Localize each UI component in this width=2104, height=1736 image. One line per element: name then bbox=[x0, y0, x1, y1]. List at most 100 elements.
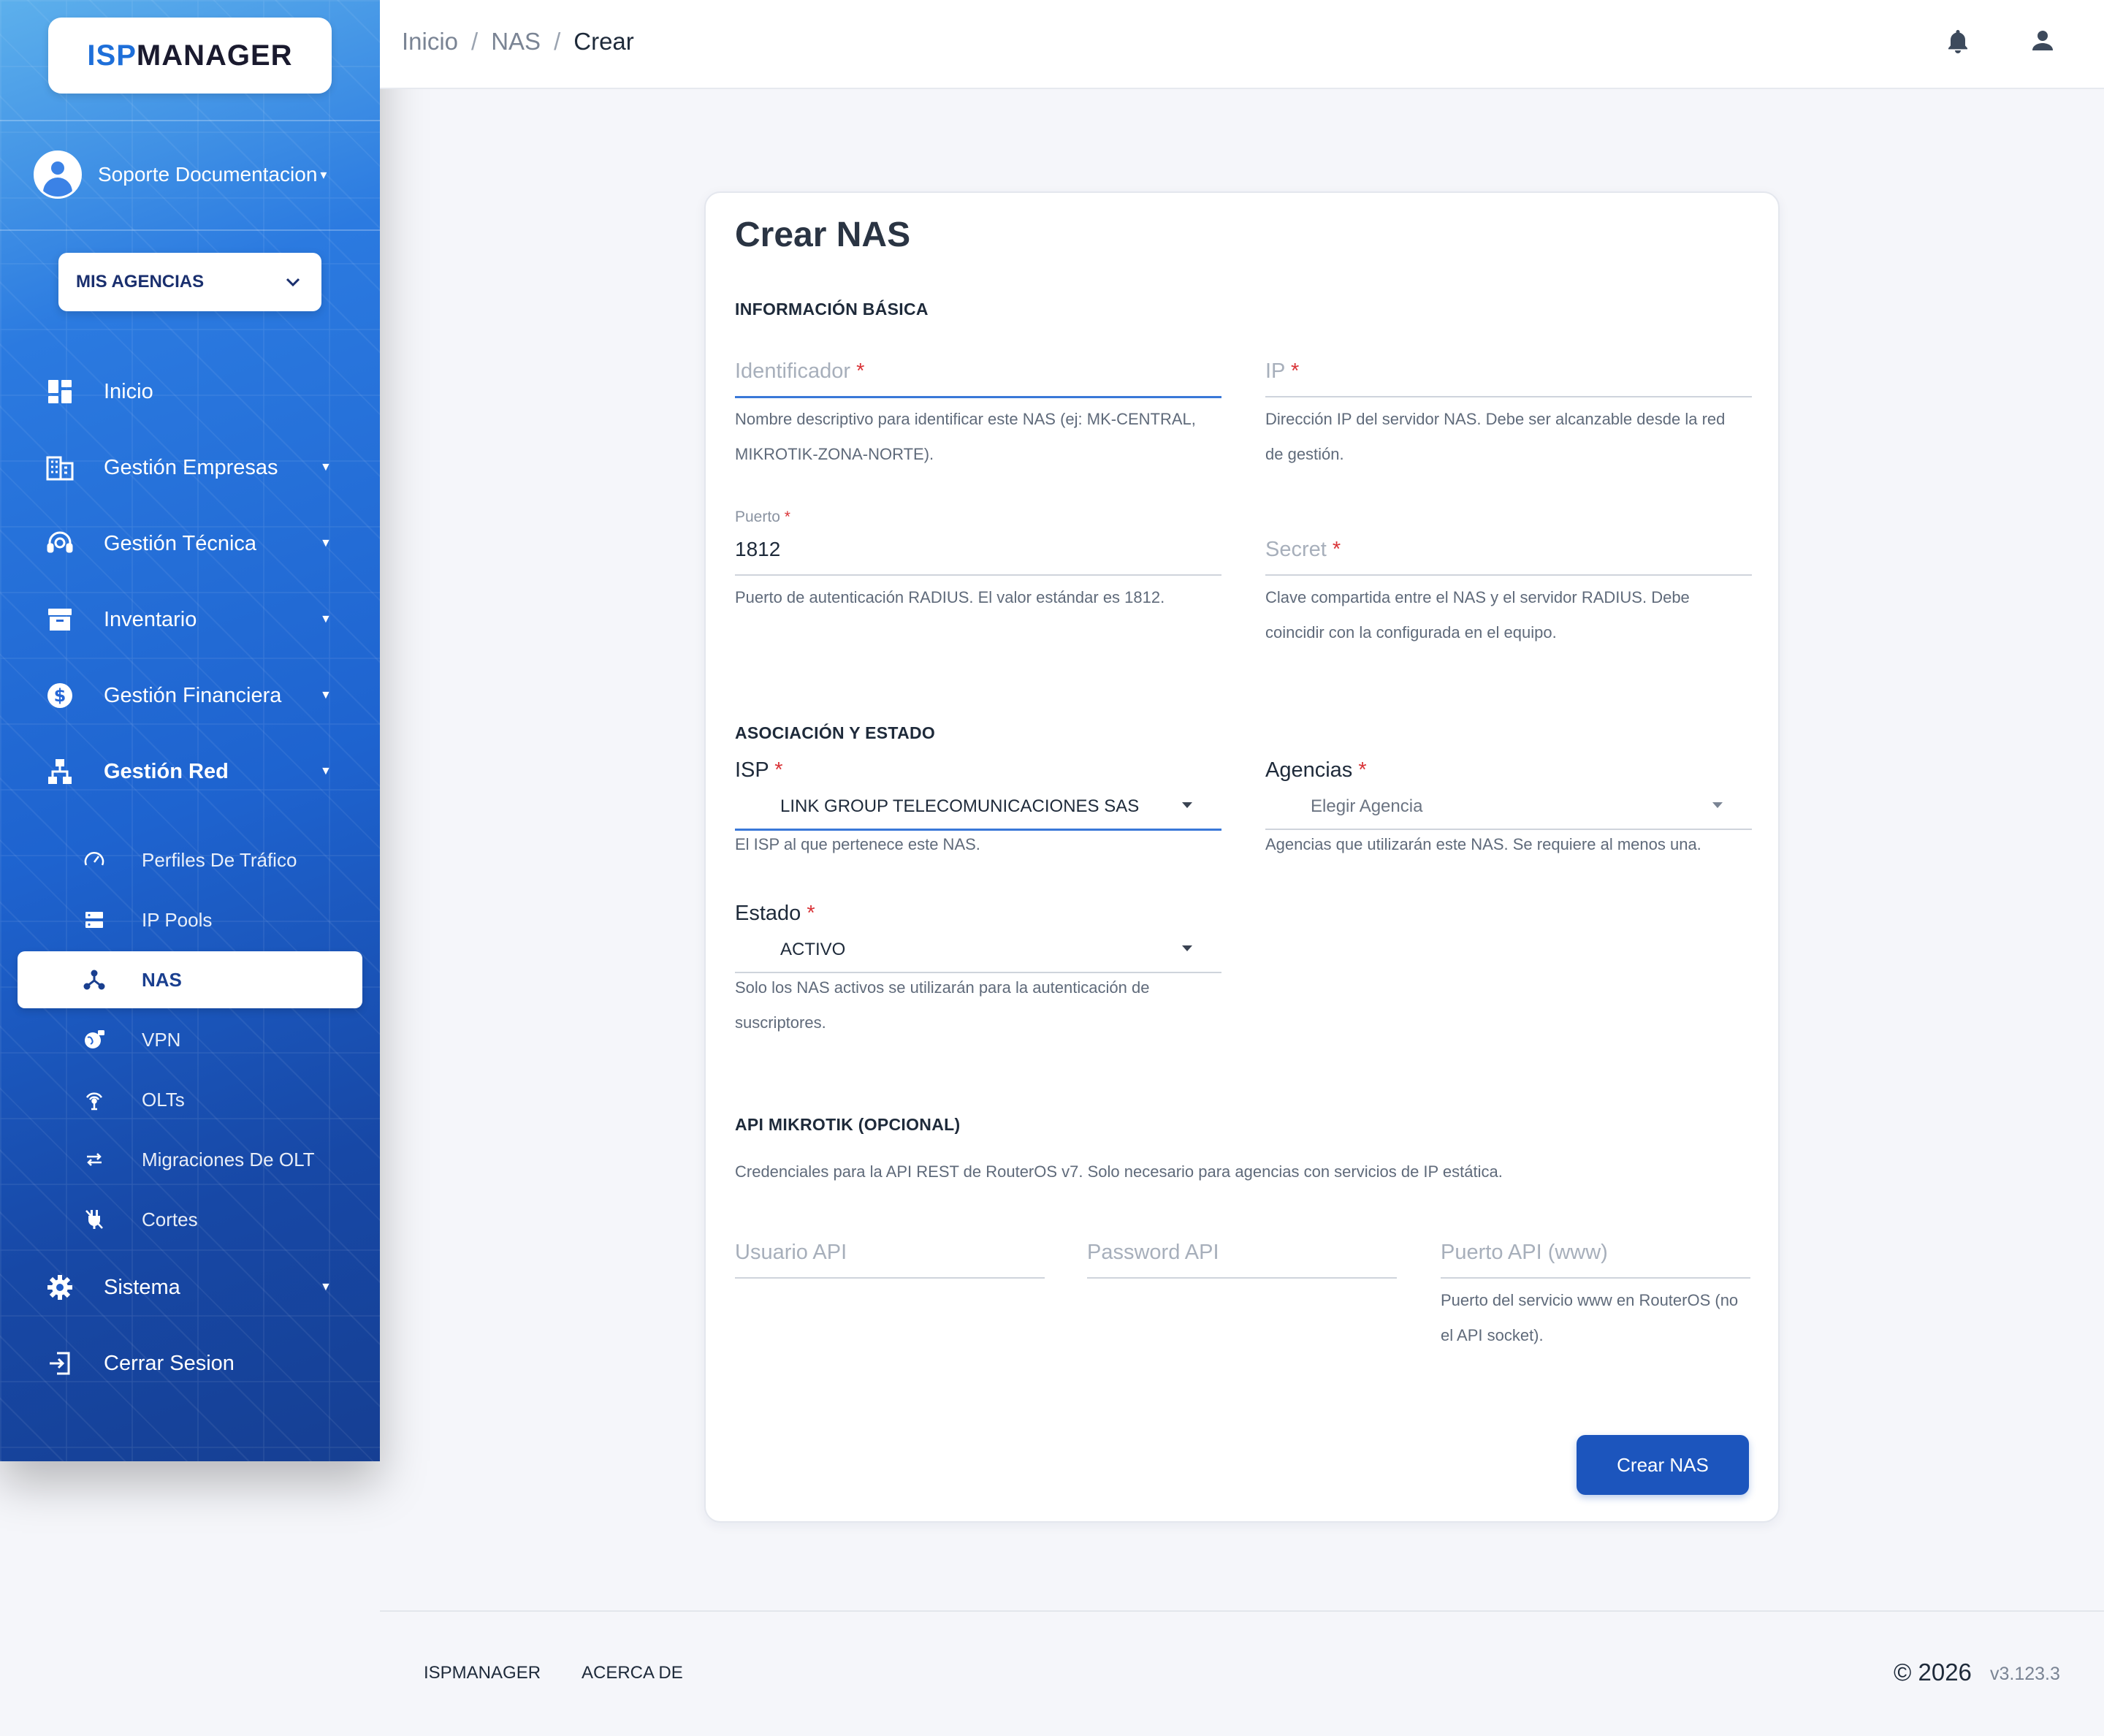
building-icon bbox=[45, 453, 75, 482]
sidebar-item-inventario[interactable]: Inventario ▼ bbox=[0, 590, 380, 649]
sidebar-item-sistema[interactable]: Sistema ▼ bbox=[0, 1258, 380, 1317]
sidebar-subitem-migraciones-olt[interactable]: Migraciones De OLT bbox=[0, 1131, 380, 1188]
input-underline bbox=[1087, 1277, 1397, 1279]
estado-select[interactable]: ACTIVO bbox=[735, 940, 1221, 973]
user-account-icon[interactable] bbox=[2028, 26, 2057, 56]
ip-input[interactable]: IP * bbox=[1265, 359, 1752, 400]
puerto-input[interactable]: Puerto * 1812 bbox=[735, 509, 1221, 579]
puerto-api-help: Puerto del servicio www en RouterOS (no e… bbox=[1441, 1291, 1739, 1344]
breadcrumb-nas[interactable]: NAS bbox=[491, 28, 541, 56]
create-nas-card: Crear NAS INFORMACIÓN BÁSICA Identificad… bbox=[704, 191, 1780, 1523]
caret-down-icon: ▼ bbox=[320, 689, 332, 701]
estado-label: Estado * bbox=[735, 902, 815, 925]
svg-text:$: $ bbox=[54, 685, 66, 706]
sidebar-item-gestion-red[interactable]: Gestión Red ▼ bbox=[0, 742, 380, 801]
archive-icon bbox=[45, 605, 75, 634]
sidebar-item-label: Gestión Red bbox=[104, 759, 229, 783]
bell-icon[interactable] bbox=[1943, 26, 1972, 56]
puerto-label: Puerto * bbox=[735, 509, 790, 525]
ip-placeholder: IP * bbox=[1265, 359, 1300, 383]
network-tree-icon bbox=[45, 757, 75, 786]
logout-icon bbox=[45, 1349, 75, 1378]
usuario-api-input[interactable]: Usuario API bbox=[735, 1241, 1045, 1282]
breadcrumb: Inicio / NAS / Crear bbox=[402, 28, 634, 56]
footer-link-acerca-de[interactable]: ACERCA DE bbox=[582, 1663, 683, 1683]
isp-help: El ISP al que pertenece este NAS. bbox=[735, 835, 980, 853]
footer-divider bbox=[380, 1610, 2104, 1612]
logo-text: ISPMANAGER bbox=[87, 39, 293, 72]
dashboard-icon bbox=[45, 377, 75, 406]
sidebar-subitem-olts[interactable]: OLTs bbox=[0, 1071, 380, 1128]
identificador-input[interactable]: Identificador * bbox=[735, 359, 1221, 400]
caret-down-icon: ▾ bbox=[320, 167, 327, 182]
breadcrumb-separator: / bbox=[554, 28, 561, 55]
sidebar-subitem-cortes[interactable]: Cortes bbox=[0, 1191, 380, 1248]
section-api-mikrotik: API MIKROTIK (OPCIONAL) bbox=[735, 1115, 961, 1134]
puerto-api-placeholder: Puerto API (www) bbox=[1441, 1241, 1608, 1264]
sidebar-item-inicio[interactable]: Inicio bbox=[0, 362, 380, 421]
power-off-icon bbox=[82, 1207, 107, 1232]
section-basic-info: INFORMACIÓN BÁSICA bbox=[735, 300, 929, 319]
agencias-help: Agencias que utilizarán este NAS. Se req… bbox=[1265, 835, 1701, 853]
secret-placeholder: Secret * bbox=[1265, 538, 1341, 561]
sidebar-subitem-perfiles-trafico[interactable]: Perfiles De Tráfico bbox=[0, 831, 380, 888]
chevron-down-icon bbox=[285, 273, 301, 292]
agencias-select[interactable]: Elegir Agencia bbox=[1265, 796, 1752, 830]
breadcrumb-inicio[interactable]: Inicio bbox=[402, 28, 458, 56]
sidebar: ISPMANAGER Soporte Documentacion ▾ MIS A… bbox=[0, 0, 380, 1461]
user-menu[interactable]: Soporte Documentacion ▾ bbox=[34, 151, 355, 199]
sidebar-item-gestion-tecnica[interactable]: Gestión Técnica ▼ bbox=[0, 514, 380, 573]
identificador-help: Nombre descriptivo para identificar este… bbox=[735, 410, 1196, 463]
sidebar-subitem-ip-pools[interactable]: IP Pools bbox=[0, 891, 380, 948]
isp-select[interactable]: LINK GROUP TELECOMUNICACIONES SAS bbox=[735, 796, 1221, 831]
ip-help: Dirección IP del servidor NAS. Debe ser … bbox=[1265, 410, 1726, 463]
sidebar-item-label: Inventario bbox=[104, 607, 197, 631]
section-association-status: ASOCIACIÓN Y ESTADO bbox=[735, 723, 936, 742]
caret-down-icon: ▼ bbox=[320, 1281, 332, 1293]
breadcrumb-current: Crear bbox=[573, 28, 634, 55]
isp-label: ISP * bbox=[735, 758, 783, 782]
app-logo[interactable]: ISPMANAGER bbox=[48, 18, 332, 94]
top-bar: Inicio / NAS / Crear bbox=[380, 0, 2104, 89]
sidebar-subitem-label: Migraciones De OLT bbox=[142, 1148, 315, 1170]
sidebar-subitem-label: IP Pools bbox=[142, 908, 213, 931]
sidebar-subitem-nas[interactable]: NAS bbox=[18, 951, 362, 1008]
input-underline bbox=[1441, 1277, 1750, 1279]
globe-lock-icon bbox=[82, 1027, 107, 1052]
puerto-help: Puerto de autenticación RADIUS. El valor… bbox=[735, 588, 1165, 606]
estado-help: Solo los NAS activos se utilizarán para … bbox=[735, 978, 1150, 1032]
gear-icon bbox=[45, 1273, 75, 1302]
sidebar-subitem-label: VPN bbox=[142, 1028, 181, 1051]
agency-selector-button[interactable]: MIS AGENCIAS bbox=[58, 253, 321, 311]
identificador-placeholder: Identificador * bbox=[735, 359, 865, 383]
avatar bbox=[34, 151, 82, 199]
create-nas-button[interactable]: Crear NAS bbox=[1577, 1435, 1749, 1495]
server-icon bbox=[82, 907, 107, 932]
page-title: Crear NAS bbox=[735, 216, 911, 254]
sidebar-item-gestion-financiera[interactable]: $ Gestión Financiera ▼ bbox=[0, 666, 380, 725]
puerto-api-input[interactable]: Puerto API (www) bbox=[1441, 1241, 1750, 1282]
secret-help: Clave compartida entre el NAS y el servi… bbox=[1265, 588, 1690, 642]
sidebar-subitem-vpn[interactable]: VPN bbox=[0, 1011, 380, 1068]
footer-link-ispmanager[interactable]: ISPMANAGER bbox=[424, 1663, 541, 1683]
input-underline bbox=[735, 574, 1221, 576]
api-description: Credenciales para la API REST de RouterO… bbox=[735, 1162, 1503, 1181]
sidebar-divider bbox=[0, 120, 380, 121]
sidebar-item-cerrar-sesion[interactable]: Cerrar Sesion bbox=[0, 1334, 380, 1393]
breadcrumb-separator: / bbox=[471, 28, 479, 55]
footer-copyright: © 2026 bbox=[1894, 1659, 1972, 1686]
user-name: Soporte Documentacion bbox=[98, 163, 318, 186]
puerto-value: 1812 bbox=[735, 538, 781, 560]
agency-selector-label: MIS AGENCIAS bbox=[76, 272, 205, 292]
sidebar-subitem-label: Cortes bbox=[142, 1208, 198, 1230]
sidebar-item-gestion-empresas[interactable]: Gestión Empresas ▼ bbox=[0, 438, 380, 497]
sidebar-item-label: Sistema bbox=[104, 1275, 180, 1299]
usuario-api-placeholder: Usuario API bbox=[735, 1241, 847, 1264]
dropdown-arrow-icon bbox=[1712, 802, 1723, 808]
password-api-input[interactable]: Password API bbox=[1087, 1241, 1397, 1282]
caret-down-icon: ▼ bbox=[320, 537, 332, 549]
secret-input[interactable]: Secret * bbox=[1265, 538, 1752, 579]
isp-selected-value: LINK GROUP TELECOMUNICACIONES SAS bbox=[780, 796, 1140, 816]
sidebar-subitem-label: Perfiles De Tráfico bbox=[142, 848, 297, 871]
support-agent-icon bbox=[45, 529, 75, 558]
